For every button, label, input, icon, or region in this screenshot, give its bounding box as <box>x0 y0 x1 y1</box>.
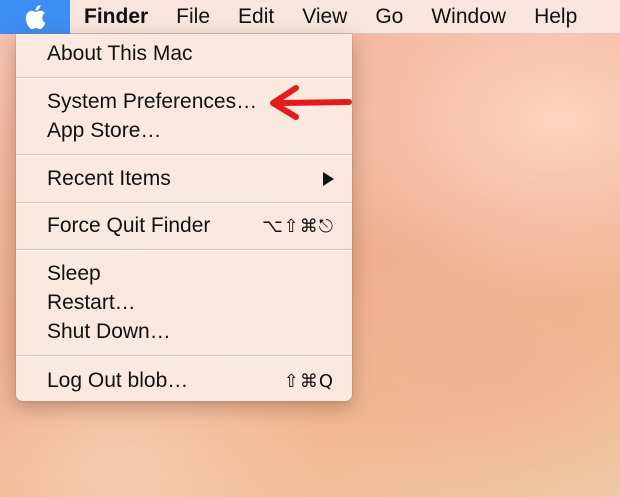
menu-item-label: Log Out blob… <box>47 369 189 392</box>
menu-item-sleep[interactable]: Sleep <box>16 259 352 289</box>
menu-item-label: System Preferences… <box>47 90 258 113</box>
menu-item-about-this-mac[interactable]: About This Mac <box>16 39 352 69</box>
menu-separator <box>16 355 352 357</box>
force-quit-shortcut: ⌥⇧⌘⎋ <box>261 215 334 237</box>
menu-item-label: Sleep <box>47 262 101 285</box>
menu-item-label: Recent Items <box>47 167 171 190</box>
menu-bar: Finder File Edit View Go Window Help <box>0 0 620 34</box>
apple-menu-button[interactable] <box>0 0 70 34</box>
log-out-shortcut: ⇧⌘Q <box>283 370 334 392</box>
menu-item-force-quit[interactable]: Force Quit Finder ⌥⇧⌘⎋ <box>16 211 352 241</box>
menu-separator <box>16 249 352 251</box>
menu-item-shut-down[interactable]: Shut Down… <box>16 317 352 347</box>
menu-separator <box>16 77 352 79</box>
menu-separator <box>16 202 352 204</box>
menu-item-restart[interactable]: Restart… <box>16 288 352 318</box>
menubar-window[interactable]: Window <box>417 0 520 34</box>
apple-logo-icon <box>25 4 46 29</box>
menubar-edit[interactable]: Edit <box>224 0 288 34</box>
menu-item-log-out[interactable]: Log Out blob… ⇧⌘Q <box>16 366 352 396</box>
menu-item-label: About This Mac <box>47 42 193 65</box>
menu-item-recent-items[interactable]: Recent Items <box>16 164 352 194</box>
menu-separator <box>16 154 352 156</box>
submenu-arrow-icon <box>323 172 334 186</box>
menu-item-label: Force Quit Finder <box>47 214 211 237</box>
menu-item-label: Shut Down… <box>47 320 171 343</box>
menubar-finder[interactable]: Finder <box>70 0 162 34</box>
menubar-view[interactable]: View <box>288 0 361 34</box>
menu-item-label: Restart… <box>47 291 136 314</box>
menubar-go[interactable]: Go <box>361 0 417 34</box>
menubar-help[interactable]: Help <box>520 0 591 34</box>
menu-item-label: App Store… <box>47 119 162 142</box>
red-arrow-annotation-icon <box>270 85 352 120</box>
menubar-file[interactable]: File <box>162 0 224 34</box>
